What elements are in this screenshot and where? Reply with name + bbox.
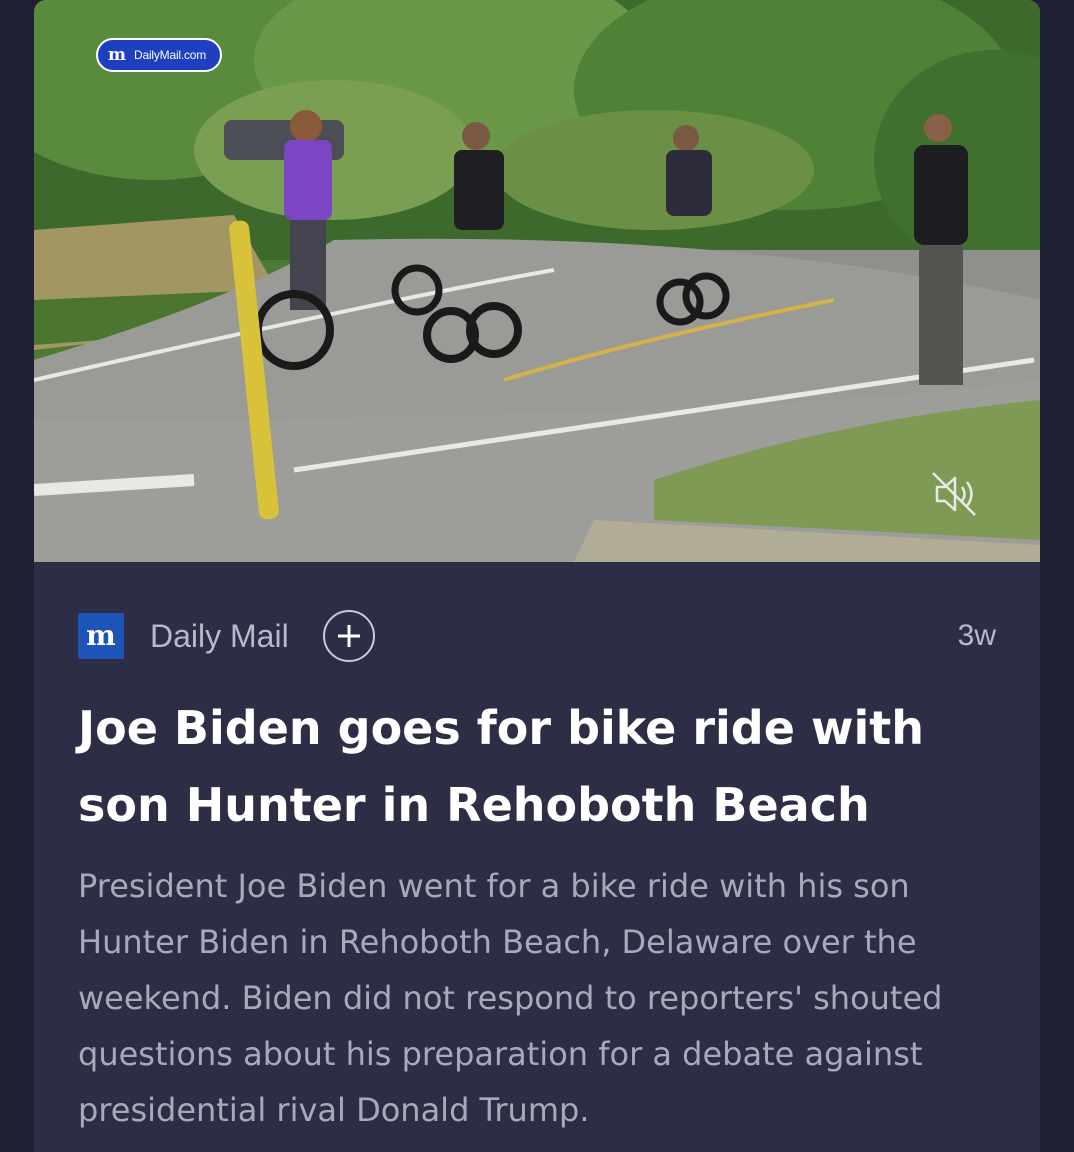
article-age: 3w bbox=[957, 619, 996, 652]
article-meta: m Daily Mail 3w bbox=[78, 604, 996, 668]
video-player[interactable]: m DailyMail.com bbox=[34, 0, 1040, 562]
video-frame bbox=[34, 0, 1040, 562]
video-watermark: m DailyMail.com bbox=[96, 38, 223, 72]
publisher-logo[interactable]: m bbox=[78, 613, 124, 659]
watermark-text: DailyMail.com bbox=[134, 48, 207, 62]
news-card[interactable]: m DailyMail.com m Daily Mail 3w Joe Bide… bbox=[34, 0, 1040, 1152]
mute-button[interactable] bbox=[922, 462, 986, 526]
speaker-muted-icon bbox=[932, 472, 976, 516]
plus-icon bbox=[337, 625, 360, 647]
article-headline[interactable]: Joe Biden goes for bike ride with son Hu… bbox=[78, 690, 978, 844]
article-summary: President Joe Biden went for a bike ride… bbox=[78, 867, 943, 1129]
watermark-logo: m bbox=[108, 45, 126, 65]
follow-button[interactable] bbox=[322, 610, 375, 662]
publisher-name[interactable]: Daily Mail bbox=[150, 618, 289, 655]
